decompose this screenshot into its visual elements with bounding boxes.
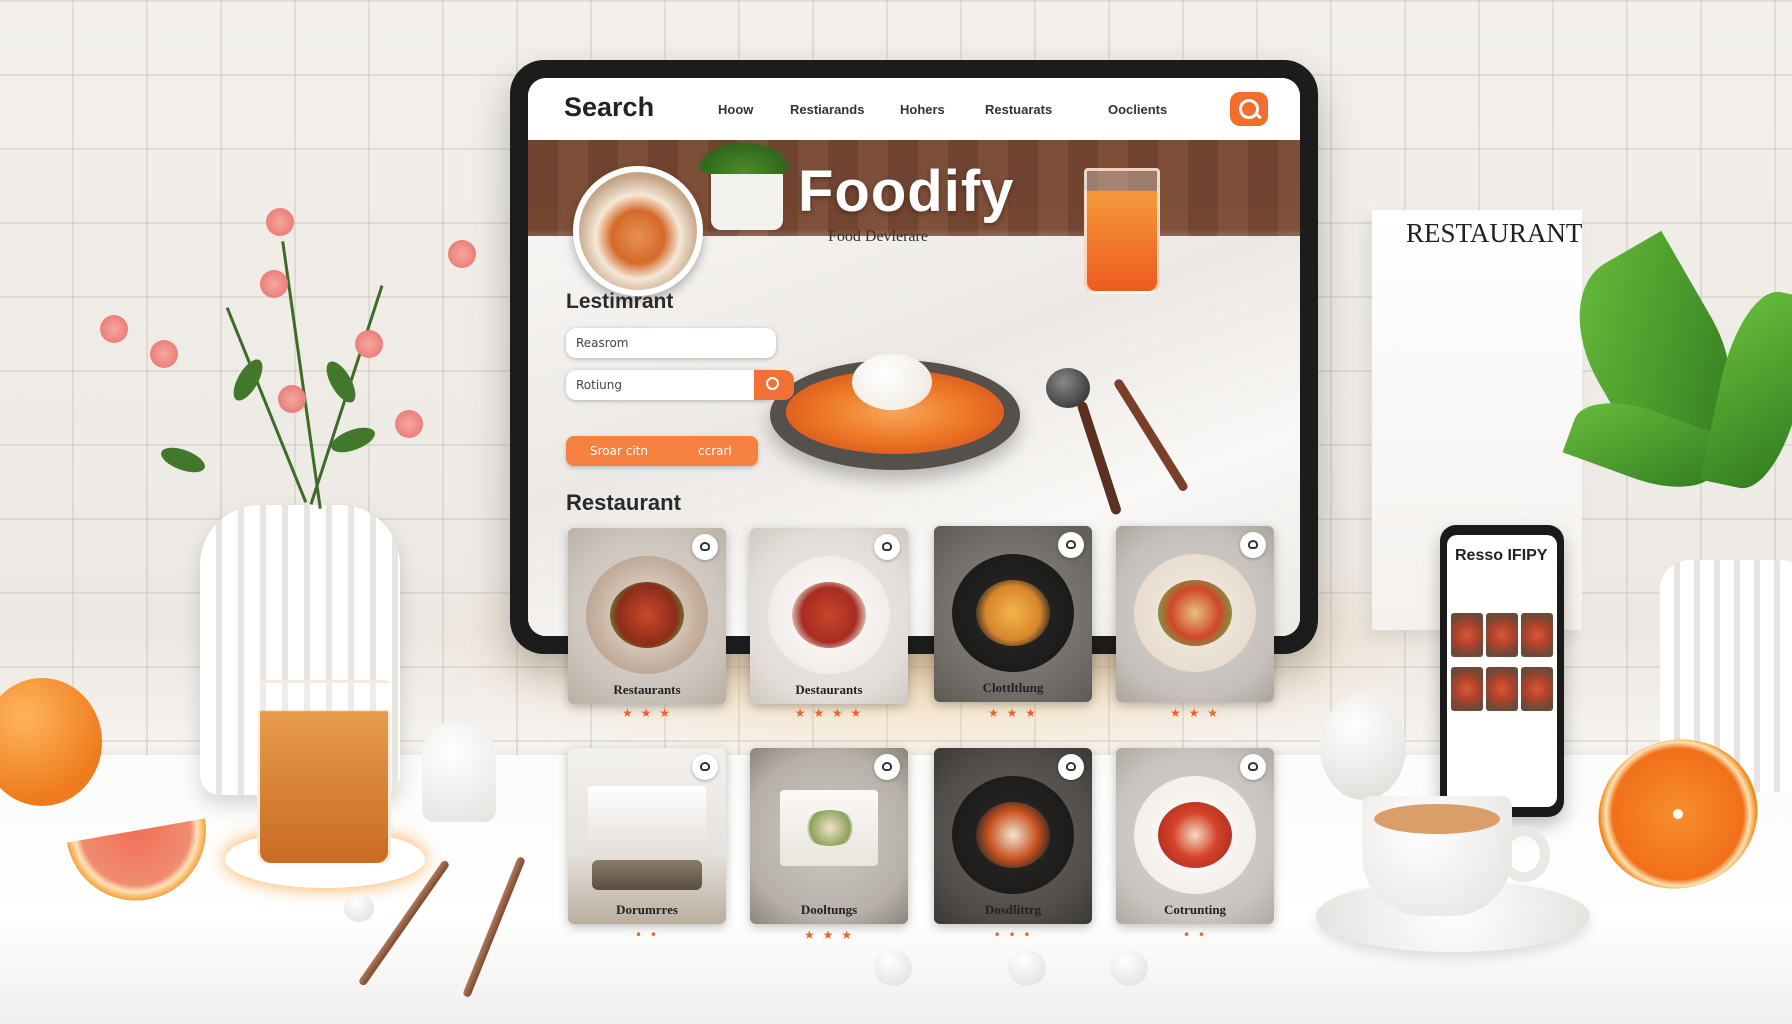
smartphone-device: Resso IFIPY (1440, 525, 1564, 817)
phone-thumbnail (1521, 613, 1553, 657)
blossom (100, 315, 128, 343)
restaurant-card[interactable]: Dorumrres (568, 748, 726, 924)
rating-search-button[interactable] (754, 370, 794, 400)
blossom (448, 240, 476, 268)
food (802, 810, 858, 846)
cta-right-label: ccrarl (698, 444, 732, 458)
pebble (1008, 950, 1046, 986)
card-title: Dooltungs (800, 902, 858, 917)
card-title: Dorumrres (616, 902, 678, 917)
nav-link-restaurants-2[interactable]: Restuarats (985, 102, 1052, 117)
food (976, 802, 1050, 868)
phone-thumbnail (1521, 667, 1553, 711)
blossom (266, 208, 294, 236)
card-title: Clottltlung (982, 680, 1044, 695)
card-rating: ★ ★ ★ (622, 706, 672, 720)
search-panel-title: Lestimrant (566, 290, 674, 313)
dining-table (592, 860, 702, 890)
restaurant-card[interactable]: Dosdlittrg (934, 748, 1092, 924)
nav-link-restaurants[interactable]: Restiarands (790, 102, 864, 117)
pebble (1110, 950, 1148, 986)
phone-thumbnail (1451, 613, 1483, 657)
tea (1374, 804, 1500, 834)
phone-thumbnail (1486, 667, 1518, 711)
egg-ornament (1320, 694, 1406, 800)
rating-field-text: Rotiung (576, 378, 623, 392)
food (610, 582, 684, 648)
tea-glass (257, 680, 391, 866)
blossom (278, 385, 306, 413)
phone-thumbnail (1486, 613, 1518, 657)
phone-thumbnail (1451, 667, 1483, 711)
search-cta-button[interactable]: Sroar citn ccrarl (566, 436, 758, 466)
search-icon (766, 377, 779, 390)
restaurant-card[interactable]: Destaurants (750, 528, 908, 704)
card-rating: • • (1183, 928, 1207, 942)
pebble (344, 894, 374, 922)
tea-cup (1362, 796, 1512, 916)
phone-app-title: Resso IFIPY (1455, 547, 1548, 564)
phone-screen: Resso IFIPY (1447, 535, 1557, 807)
restaurant-card[interactable]: Cotrunting (1116, 748, 1274, 924)
card-rating: ★ ★ ★ (804, 928, 854, 942)
pebble (874, 950, 912, 986)
blossom (355, 330, 383, 358)
cup-handle (1498, 826, 1550, 882)
juice-glass (1084, 168, 1160, 294)
brand-title: Foodify (798, 159, 1015, 224)
card-rating: ★ ★ ★ (988, 706, 1038, 720)
top-navigation: Search Hoow Restiarands Hohers Restuarat… (528, 78, 1300, 140)
nav-link-hotels[interactable]: Hohers (900, 102, 945, 117)
card-title: Destaurants (795, 682, 863, 697)
rating-field[interactable]: Rotiung (566, 370, 794, 400)
sign-text: RESTAURANT (1406, 218, 1583, 248)
search-icon-handle (1254, 111, 1262, 120)
card-rating: • • • (993, 928, 1033, 942)
pasta-plate (770, 354, 1020, 470)
card-title: Restaurants (613, 682, 681, 697)
card-title: Cotrunting (1163, 902, 1227, 917)
brand-tagline: Food Devlerare (828, 228, 928, 245)
card-rating: • • (635, 928, 659, 942)
salt-shaker (422, 722, 496, 822)
nav-search-button[interactable] (1230, 92, 1268, 126)
nav-search-label[interactable]: Search (564, 92, 654, 123)
nav-link-home[interactable]: Hoow (718, 102, 753, 117)
favorite-heart-icon[interactable] (874, 754, 900, 780)
blossom (395, 410, 423, 438)
card-title: Dosdlittrg (984, 902, 1042, 917)
favorite-heart-icon[interactable] (1058, 754, 1084, 780)
blossom (150, 340, 178, 368)
window (588, 786, 706, 856)
favorite-heart-icon[interactable] (692, 534, 718, 560)
food (976, 580, 1050, 646)
favorite-heart-icon[interactable] (692, 754, 718, 780)
restaurant-card[interactable]: Restaurants (568, 528, 726, 704)
blossom (260, 270, 288, 298)
plant-pot (711, 174, 783, 230)
favorite-heart-icon[interactable] (874, 534, 900, 560)
nav-link-clients[interactable]: Ooclients (1108, 102, 1167, 117)
restaurant-search-field[interactable]: Reasrom (566, 328, 776, 358)
favorite-heart-icon[interactable] (1240, 532, 1266, 558)
restaurant-card[interactable]: Clottltlung (934, 526, 1092, 702)
featured-dish-avatar[interactable] (573, 166, 703, 296)
soup (1158, 802, 1232, 868)
restaurants-section-title: Restaurant (566, 490, 681, 515)
favorite-heart-icon[interactable] (1240, 754, 1266, 780)
card-rating: ★ ★ ★ ★ (794, 706, 864, 720)
restaurant-card[interactable]: Dooltungs (750, 748, 908, 924)
favorite-heart-icon[interactable] (1058, 532, 1084, 558)
food (792, 582, 866, 648)
cta-left-label: Sroar citn (590, 444, 648, 458)
restaurant-card[interactable] (1116, 526, 1274, 702)
burrata (852, 354, 932, 410)
card-rating: ★ ★ ★ (1170, 706, 1220, 720)
food (1158, 580, 1232, 646)
